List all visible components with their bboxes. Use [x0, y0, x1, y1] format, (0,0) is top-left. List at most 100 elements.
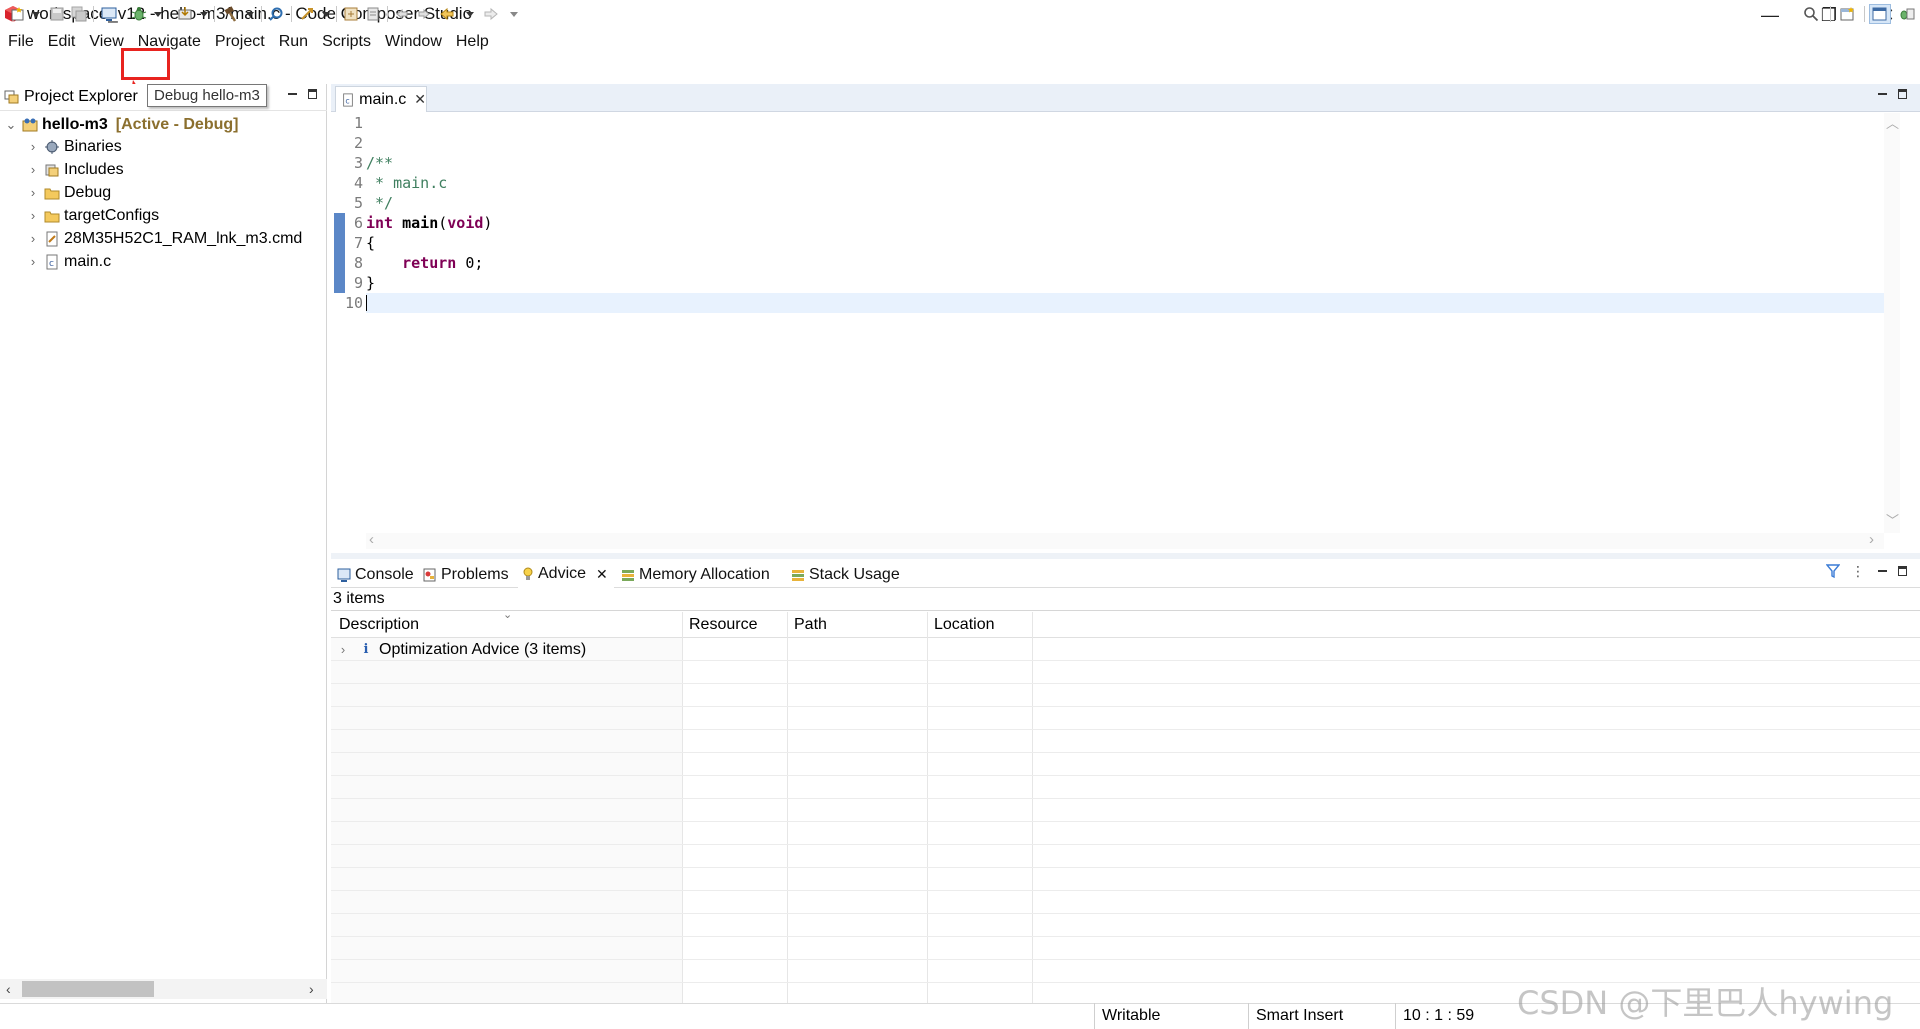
- code-line-3[interactable]: /**: [366, 153, 393, 173]
- tree-item-includes[interactable]: › Includes: [26, 158, 124, 181]
- panel-minimize-button[interactable]: [1874, 563, 1890, 579]
- back-dropdown[interactable]: [465, 4, 475, 24]
- menu-edit[interactable]: Edit: [41, 30, 83, 54]
- editor-maximize-button[interactable]: [1894, 86, 1910, 102]
- save-all-button[interactable]: [70, 4, 88, 24]
- view-menu-icon[interactable]: ⋮: [1851, 563, 1865, 580]
- minimize-button[interactable]: —: [1741, 0, 1799, 30]
- new-button[interactable]: [8, 4, 28, 24]
- tree-item-cmd-file[interactable]: › 28M35H52C1_RAM_lnk_m3.cmd: [26, 227, 303, 250]
- save-button[interactable]: [48, 4, 66, 24]
- prev-annotation-icon: [396, 8, 408, 20]
- debug-dropdown[interactable]: [153, 4, 163, 24]
- tab-memory-allocation[interactable]: Memory Allocation: [621, 562, 770, 588]
- build-dropdown[interactable]: [245, 4, 255, 24]
- terminal-icon: [101, 7, 117, 21]
- project-explorer-tab[interactable]: Project Explorer: [4, 88, 138, 106]
- code-line-8[interactable]: return 0;: [366, 253, 483, 273]
- ccs-debug-perspective-button[interactable]: [1895, 4, 1917, 24]
- debug-perspective-icon: [1900, 8, 1915, 20]
- sash[interactable]: [331, 553, 1920, 559]
- scroll-right-icon[interactable]: ›: [1869, 531, 1874, 548]
- search-button[interactable]: [267, 4, 285, 24]
- forward-button[interactable]: [482, 4, 500, 24]
- ccs-edit-perspective-button[interactable]: [1869, 4, 1891, 24]
- minimize-view-button[interactable]: [284, 86, 300, 102]
- scroll-down-icon[interactable]: ﹀: [1886, 510, 1899, 529]
- debug-button[interactable]: [128, 4, 150, 24]
- editor-horizontal-scrollbar[interactable]: [366, 533, 1884, 549]
- chevron-right-icon: ›: [30, 231, 36, 246]
- menu-run[interactable]: Run: [272, 30, 315, 54]
- cmd-file-icon: [44, 231, 60, 247]
- toolbar-search-button[interactable]: [1801, 4, 1821, 24]
- minimize-icon: [1877, 93, 1887, 95]
- open-resource-button[interactable]: [364, 4, 382, 24]
- menu-file[interactable]: File: [0, 30, 41, 54]
- tab-advice[interactable]: Advice ✕: [518, 562, 614, 588]
- scroll-right-icon[interactable]: ›: [309, 981, 321, 997]
- status-insert-mode[interactable]: Smart Insert: [1256, 1003, 1343, 1029]
- sort-indicator-icon: ⌄: [503, 609, 513, 621]
- flash-button[interactable]: [175, 4, 195, 24]
- editor-vertical-scrollbar[interactable]: [1884, 113, 1900, 533]
- code-line-6[interactable]: int main(void): [366, 213, 492, 233]
- close-tab-icon[interactable]: ✕: [596, 566, 608, 583]
- code-line-5[interactable]: */: [366, 193, 393, 213]
- save-all-icon: [71, 6, 87, 22]
- tree-item-main-c[interactable]: › c main.c: [26, 250, 111, 273]
- scroll-up-icon[interactable]: ︿: [1886, 113, 1899, 132]
- tree-item-targetconfigs[interactable]: › targetConfigs: [26, 204, 159, 227]
- forward-dropdown[interactable]: [509, 4, 519, 24]
- run-button[interactable]: [297, 4, 317, 24]
- build-button[interactable]: [221, 4, 241, 24]
- terminal-button[interactable]: [100, 4, 118, 24]
- open-type-button[interactable]: [342, 4, 360, 24]
- code-line-9[interactable]: }: [366, 273, 375, 293]
- prev-annotation-button[interactable]: [393, 4, 411, 24]
- back-button[interactable]: [438, 4, 456, 24]
- status-cursor-position: 10 : 1 : 59: [1403, 1007, 1475, 1024]
- column-header-path[interactable]: Path: [788, 612, 928, 638]
- next-annotation-button[interactable]: [415, 4, 433, 24]
- project-icon: [22, 117, 38, 133]
- dropdown-arrow-icon: [200, 11, 208, 17]
- table-row[interactable]: › i Optimization Advice (3 items): [331, 638, 586, 661]
- maximize-icon: [1897, 566, 1907, 576]
- row-divider: [331, 959, 1920, 960]
- tree-item-project[interactable]: ⌄ hello-m3 [Active - Debug]: [4, 113, 239, 136]
- menu-scripts[interactable]: Scripts: [315, 30, 378, 54]
- menu-window[interactable]: Window: [378, 30, 449, 54]
- tab-problems[interactable]: Problems: [423, 562, 509, 588]
- editor-minimize-button[interactable]: [1874, 86, 1890, 102]
- flash-dropdown[interactable]: [199, 4, 209, 24]
- code-line-4[interactable]: * main.c: [366, 173, 447, 193]
- tab-console[interactable]: Console: [337, 562, 414, 588]
- open-type-icon: [344, 7, 358, 21]
- toolbar-separator: [387, 6, 388, 22]
- tree-item-binaries[interactable]: › Binaries: [26, 135, 122, 158]
- filter-button[interactable]: [1825, 563, 1841, 584]
- current-line-highlight: [366, 293, 1884, 313]
- close-tab-icon[interactable]: ✕: [414, 91, 426, 108]
- code-line-7[interactable]: {: [366, 233, 375, 253]
- column-header-location[interactable]: Location: [928, 612, 1033, 638]
- tab-stack-usage[interactable]: Stack Usage: [791, 562, 900, 588]
- new-dropdown[interactable]: [31, 4, 41, 24]
- tree-item-label: 28M35H52C1_RAM_lnk_m3.cmd: [64, 229, 303, 247]
- open-perspective-button[interactable]: [1838, 4, 1858, 24]
- column-header-resource[interactable]: Resource: [683, 612, 788, 638]
- tree-item-debug-folder[interactable]: › Debug: [26, 181, 111, 204]
- menu-help[interactable]: Help: [449, 30, 496, 54]
- folder-icon: [44, 208, 60, 224]
- chevron-right-icon[interactable]: ›: [331, 642, 355, 657]
- menu-project[interactable]: Project: [208, 30, 272, 54]
- scroll-left-icon[interactable]: ‹: [369, 531, 374, 548]
- run-dropdown[interactable]: [321, 4, 331, 24]
- scroll-left-icon[interactable]: ‹: [6, 981, 18, 997]
- panel-maximize-button[interactable]: [1894, 563, 1910, 579]
- debug-icon: [131, 7, 147, 21]
- maximize-view-button[interactable]: [304, 86, 320, 102]
- explorer-scrollbar-thumb[interactable]: [22, 981, 154, 997]
- editor-tab-main-c[interactable]: c main.c ✕: [335, 86, 427, 112]
